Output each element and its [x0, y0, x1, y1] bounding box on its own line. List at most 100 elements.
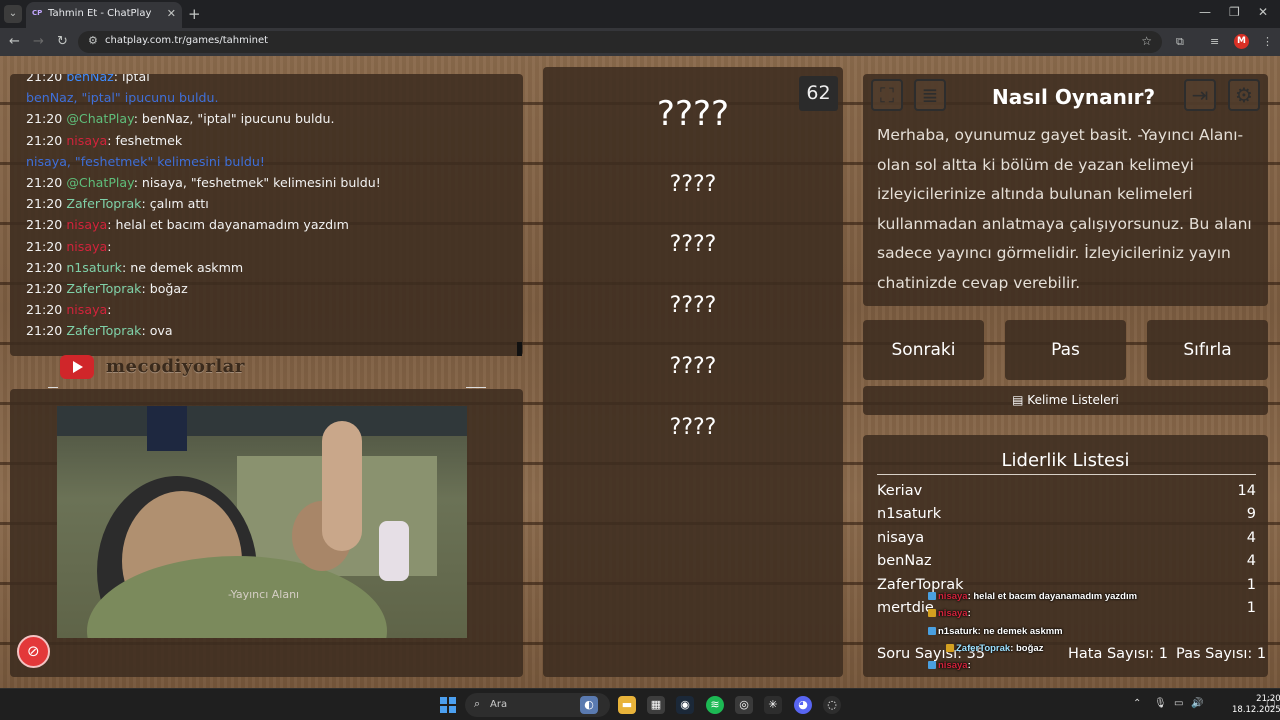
leaderboard-row: n1saturk 9 [877, 506, 1256, 528]
player-score: 9 [1246, 506, 1256, 522]
close-tab-icon[interactable]: ✕ [167, 7, 176, 20]
tab-search-button[interactable]: ⌄ [4, 5, 22, 23]
restore-icon[interactable]: ❐ [1229, 5, 1240, 19]
forward-icon[interactable]: → [33, 34, 44, 49]
chat-username[interactable]: nisaya [66, 217, 107, 232]
next-button[interactable]: Sonraki [863, 320, 984, 380]
chat-username[interactable]: benNaz [66, 74, 113, 84]
extensions-icon[interactable]: ⧉ [1176, 35, 1184, 49]
badge-icon [928, 609, 936, 618]
steam-icon[interactable]: ◉ [676, 696, 694, 714]
word-lists-button[interactable]: ▤ Kelime Listeleri [863, 386, 1268, 415]
chat-username[interactable]: ZaferToprak [66, 323, 141, 338]
player-name: n1saturk [877, 506, 942, 522]
obs-icon[interactable]: ◌ [823, 696, 841, 714]
chat-username[interactable]: n1saturk [66, 260, 122, 275]
chrome-icon[interactable]: ◎ [735, 696, 753, 714]
chat-username[interactable]: ZaferToprak [66, 196, 141, 211]
chat-time: 21:20 [26, 132, 63, 148]
settings-gear-icon[interactable]: ⚙ [1228, 79, 1260, 111]
site-info-icon[interactable]: ⚙ [88, 34, 98, 47]
overlay-username: n1saturk [938, 626, 978, 637]
divider [466, 387, 486, 388]
system-message-text: benNaz, "iptal" ipucunu buldu. [26, 90, 219, 106]
badge-icon [946, 644, 954, 653]
reset-button[interactable]: Sıfırla [1147, 320, 1268, 380]
chat-time: 21:20 [26, 196, 63, 212]
taskbar-search-text: Ara [490, 699, 508, 710]
chat-text: : benNaz, "iptal" ipucunu buldu. [133, 111, 335, 127]
leaderboard-title: Liderlik Listesi [1001, 450, 1130, 471]
chat-username[interactable]: @ChatPlay [66, 111, 133, 126]
profile-avatar[interactable]: M [1234, 34, 1249, 49]
chat-message: 21:20 benNaz: iptal [26, 74, 381, 87]
file-explorer-icon[interactable]: ▬ [618, 696, 636, 714]
chat-text: : helal et bacım dayanamadım yazdım [107, 217, 349, 233]
menu-icon[interactable]: ⋮ [1262, 35, 1273, 48]
fullscreen-icon[interactable]: ⛶ [871, 79, 903, 111]
chat-message: nisaya, "feshetmek" kelimesini buldu! [26, 151, 381, 172]
chat-time: 21:20 [26, 217, 63, 233]
pass-button[interactable]: Pas [1005, 320, 1126, 380]
minimize-icon[interactable]: — [1199, 5, 1211, 19]
reading-list-icon[interactable]: ≡ [1210, 35, 1219, 48]
overlay-text: : helal et bacım dayanamadım yazdım [967, 591, 1138, 602]
spotify-icon[interactable]: ≋ [706, 696, 724, 714]
chat-username[interactable]: nisaya [66, 302, 107, 317]
address-bar[interactable]: ⚙ chatplay.com.tr/games/tahminet ☆ [78, 31, 1162, 53]
main-word: ???? [656, 94, 730, 134]
player-score: 4 [1246, 530, 1256, 546]
chat-time: 21:20 [26, 302, 63, 318]
badge-icon [928, 661, 936, 670]
chat-message: 21:20 nisaya: [26, 236, 381, 257]
badge-icon [928, 592, 936, 601]
close-window-icon[interactable]: ✕ [1258, 5, 1268, 19]
chat-scrollbar[interactable] [517, 342, 522, 356]
start-icon[interactable] [440, 697, 456, 713]
back-icon[interactable]: ← [9, 34, 20, 49]
favicon-icon: CP [32, 9, 43, 17]
chat-username[interactable]: @ChatPlay [66, 175, 133, 190]
chat-message: 21:20 nisaya: helal et bacım dayanamadım… [26, 214, 381, 235]
chat-username[interactable]: ZaferToprak [66, 281, 141, 296]
chat-text: : [107, 238, 112, 254]
microphone-icon[interactable]: 🎙 [1154, 698, 1167, 709]
system-message-text: nisaya, "feshetmek" kelimesini buldu! [26, 153, 265, 169]
notifications-icon[interactable]: ▢ [1266, 698, 1275, 709]
bookmark-star-icon[interactable]: ☆ [1141, 34, 1152, 48]
player-score: 1 [1246, 600, 1256, 616]
forbidden-word: ???? [669, 232, 717, 257]
network-icon[interactable]: ▭ [1174, 698, 1183, 709]
url-text[interactable]: chatplay.com.tr/games/tahminet [105, 35, 268, 46]
rules-book-icon[interactable]: ≣ [914, 79, 946, 111]
divider [48, 387, 58, 388]
app-icon[interactable]: ✳ [764, 696, 782, 714]
browser-tab[interactable]: CP Tahmin Et - ChatPlay ✕ [26, 2, 182, 28]
shelf [147, 406, 187, 451]
chat-username[interactable]: nisaya [66, 133, 107, 148]
overlay-chat-message: nisaya: [928, 608, 971, 619]
player-name: Keriav [877, 483, 923, 499]
how-to-play-title: Nasıl Oynanır? [992, 85, 1156, 109]
webcam-feed [57, 406, 467, 638]
notepad-icon: ▤ [1012, 393, 1028, 407]
volume-icon[interactable]: 🔊 [1191, 698, 1203, 709]
new-tab-icon[interactable]: + [188, 5, 201, 23]
exit-icon[interactable]: ⇥ [1184, 79, 1216, 111]
reload-icon[interactable]: ↻ [57, 34, 68, 49]
tab-title: Tahmin Et - ChatPlay [48, 8, 152, 19]
chat-username[interactable]: nisaya [66, 239, 107, 254]
store-icon[interactable]: ▦ [647, 696, 665, 714]
leaderboard-row: Keriav 14 [877, 483, 1256, 505]
widgets-icon[interactable]: ◐ [580, 696, 598, 714]
block-icon[interactable] [17, 635, 50, 668]
player-score: 14 [1237, 483, 1256, 499]
tray-chevron-icon[interactable]: ⌃ [1133, 698, 1141, 709]
discord-icon[interactable]: ◕ [794, 696, 812, 714]
search-icon: ⌕ [474, 697, 481, 710]
player-name: benNaz [877, 553, 932, 569]
pass-count: Pas Sayısı: 1 [1176, 646, 1267, 662]
windows-taskbar: ⌕ Ara ◐ ▬ ▦ ◉ ≋ ◎ ✳ ◕ ◌ ⌃ 🎙 ▭ 🔊 21:20 18… [0, 688, 1280, 720]
forbidden-word: ???? [669, 293, 717, 318]
chat-time: 21:20 [26, 74, 63, 84]
